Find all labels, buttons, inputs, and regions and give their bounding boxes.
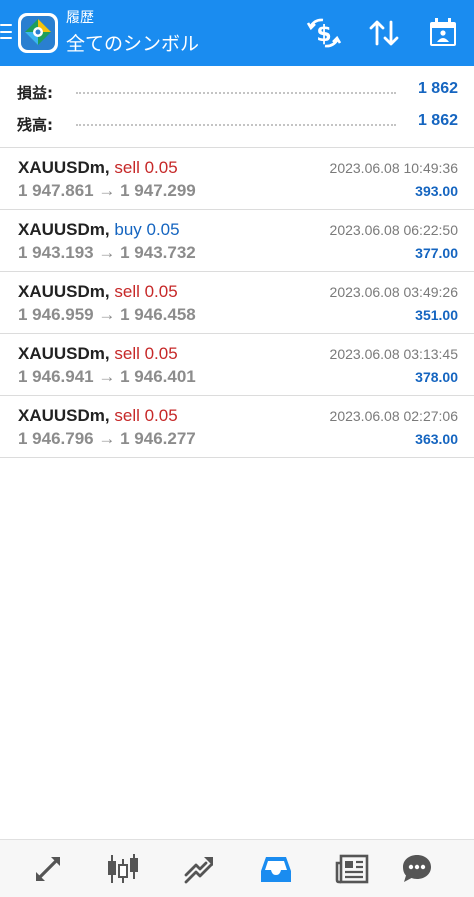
chat-icon: [403, 855, 431, 882]
deal-row[interactable]: XAUUSDm, sell 0.05 1 946.959 → 1 946.458…: [0, 272, 474, 334]
deal-type: sell 0.05: [114, 406, 178, 425]
deal-time: 2023.06.08 03:13:45: [329, 346, 458, 362]
balance-label: 残高:: [17, 116, 53, 134]
screen-subtitle: 履歴: [66, 10, 94, 26]
app-header: 履歴 全てのシンボル $: [0, 0, 474, 66]
trade-icon: [184, 857, 213, 884]
svg-text:$: $: [316, 22, 331, 47]
chart-icon: [108, 854, 138, 883]
deal-type: sell 0.05: [114, 158, 178, 177]
deal-type: sell 0.05: [114, 282, 178, 301]
deal-close-price: 1 946.401: [120, 367, 196, 386]
nav-quotes[interactable]: [28, 850, 68, 888]
profit-value: 1 862: [417, 80, 458, 97]
sort-icon[interactable]: [365, 14, 403, 52]
balance-row: 残高: 1 862: [0, 108, 474, 138]
deal-row[interactable]: XAUUSDm, sell 0.05 1 946.796 → 1 946.277…: [0, 396, 474, 458]
deal-row[interactable]: XAUUSDm, buy 0.05 1 943.193 → 1 943.732 …: [0, 210, 474, 272]
deal-profit: 363.00: [415, 431, 458, 447]
calendar-icon[interactable]: [424, 14, 462, 52]
deal-profit: 377.00: [415, 245, 458, 261]
arrow-icon: →: [98, 305, 116, 324]
nav-history[interactable]: [256, 850, 296, 888]
nav-chart[interactable]: [103, 850, 143, 888]
deal-symbol: XAUUSDm,: [18, 344, 110, 363]
deal-profit: 351.00: [415, 307, 458, 323]
deal-open-price: 1 947.861: [18, 181, 94, 200]
deal-close-price: 1 946.277: [120, 429, 196, 448]
deal-symbol: XAUUSDm,: [18, 158, 110, 177]
arrow-icon: →: [98, 243, 116, 262]
arrow-icon: →: [98, 181, 116, 200]
profit-row: 損益: 1 862: [0, 76, 474, 106]
deal-open-price: 1 946.941: [18, 367, 94, 386]
nav-trade[interactable]: [179, 850, 219, 888]
currency-exchange-icon[interactable]: $: [305, 14, 343, 52]
deal-list: XAUUSDm, sell 0.05 1 947.861 → 1 947.299…: [0, 148, 474, 458]
deal-row[interactable]: XAUUSDm, sell 0.05 1 946.941 → 1 946.401…: [0, 334, 474, 396]
deal-type: sell 0.05: [114, 344, 178, 363]
hamburger-menu-icon[interactable]: [0, 22, 14, 42]
dotted-leader: [76, 92, 396, 94]
deal-time: 2023.06.08 06:22:50: [329, 222, 458, 238]
deal-close-price: 1 947.299: [120, 181, 196, 200]
deal-profit: 393.00: [415, 183, 458, 199]
dotted-leader: [76, 124, 396, 126]
deal-open-price: 1 943.193: [18, 243, 94, 262]
deal-symbol: XAUUSDm,: [18, 220, 110, 239]
deal-time: 2023.06.08 10:49:36: [329, 160, 458, 176]
history-icon: [261, 857, 291, 882]
arrow-icon: →: [98, 367, 116, 386]
deal-symbol: XAUUSDm,: [18, 282, 110, 301]
nav-chat[interactable]: [397, 850, 437, 888]
deal-open-price: 1 946.959: [18, 305, 94, 324]
deal-row[interactable]: XAUUSDm, sell 0.05 1 947.861 → 1 947.299…: [0, 148, 474, 210]
balance-value: 1 862: [417, 112, 458, 129]
quotes-icon: [36, 857, 60, 881]
summary-panel: 損益: 1 862 残高: 1 862: [0, 66, 474, 148]
deal-profit: 378.00: [415, 369, 458, 385]
deal-symbol: XAUUSDm,: [18, 406, 110, 425]
arrow-icon: →: [98, 429, 116, 448]
deal-open-price: 1 946.796: [18, 429, 94, 448]
bottom-navigation: [0, 839, 474, 897]
news-icon: [335, 854, 369, 884]
deal-type: buy 0.05: [114, 220, 180, 239]
profit-label: 損益:: [17, 84, 53, 102]
deal-close-price: 1 946.458: [120, 305, 196, 324]
symbol-filter-title[interactable]: 全てのシンボル: [66, 32, 199, 56]
deal-time: 2023.06.08 02:27:06: [329, 408, 458, 424]
nav-news[interactable]: [332, 850, 372, 888]
deal-time: 2023.06.08 03:49:26: [329, 284, 458, 300]
metatrader-logo[interactable]: [17, 12, 59, 54]
deal-close-price: 1 943.732: [120, 243, 196, 262]
